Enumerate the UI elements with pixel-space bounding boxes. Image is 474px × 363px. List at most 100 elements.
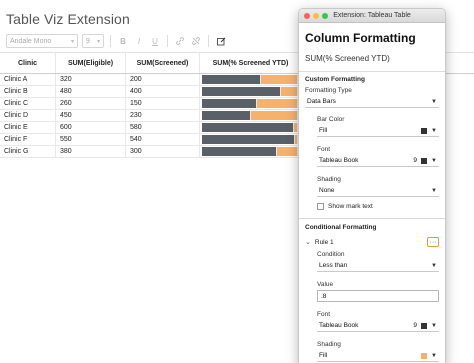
close-window-button[interactable] [304, 12, 310, 19]
underline-icon[interactable]: U [149, 35, 161, 47]
color-swatch-icon [421, 322, 428, 329]
rule-shading-select[interactable]: Fill ▼ [317, 350, 439, 362]
chevron-down-icon: ▼ [431, 157, 437, 164]
italic-icon[interactable]: I [133, 35, 145, 47]
cell-clinic: Clinic F [0, 134, 56, 145]
font-size-value: 9 [86, 37, 90, 45]
chevron-down-icon: ▼ [431, 127, 437, 134]
cell-clinic: Clinic G [0, 146, 56, 157]
cell-pct-screened [200, 110, 300, 121]
font-value: Tableau Book [319, 157, 359, 164]
data-bar-track [202, 87, 298, 96]
shading-label: Shading [317, 176, 341, 183]
chevron-down-icon: ▾ [96, 38, 100, 45]
data-bar-track [202, 135, 298, 144]
table-row[interactable]: Clinic C 260 150 [0, 98, 300, 110]
cell-eligible: 450 [56, 110, 126, 121]
table-row[interactable]: Clinic F 550 540 [0, 134, 300, 146]
cell-screened: 540 [126, 134, 200, 145]
zoom-window-button[interactable] [322, 12, 328, 19]
cell-pct-screened [200, 86, 300, 97]
bar-color-select[interactable]: Fill ▼ [317, 125, 439, 137]
data-bar-fill [202, 75, 262, 84]
cell-screened: 200 [126, 74, 200, 85]
bar-color-label: Bar Color [317, 116, 345, 123]
font-size-select[interactable]: 9 ▾ [82, 34, 104, 48]
bar-color-value: Fill [319, 127, 328, 134]
bold-icon[interactable]: B [117, 35, 129, 47]
show-mark-text-label: Show mark text [328, 203, 373, 210]
cell-eligible: 550 [56, 134, 126, 145]
divider [299, 218, 445, 219]
chevron-down-icon: ▼ [431, 98, 437, 105]
cell-clinic: Clinic E [0, 122, 56, 133]
header-screened[interactable]: SUM(Screened) [126, 53, 200, 73]
data-bar-track [202, 75, 298, 84]
chevron-down-icon[interactable]: ⌄ [305, 238, 311, 246]
edit-icon[interactable] [215, 35, 227, 47]
table-body: Clinic A 320 200 Clinic B 480 400 Clinic C 260 1… [0, 74, 300, 158]
shading-select[interactable]: None ▼ [317, 185, 439, 197]
show-mark-text-toggle[interactable]: Show mark text [317, 203, 439, 210]
workbook-title: Table Viz Extension [6, 11, 130, 27]
chevron-down-icon: ▼ [431, 322, 437, 329]
formatting-panel: Column Formatting SUM(% Screened YTD) Cu… [299, 31, 445, 362]
formatting-type-label: Formatting Type [305, 87, 352, 94]
cell-eligible: 480 [56, 86, 126, 97]
extension-window: Extension: Tableau Table Column Formatti… [298, 8, 446, 363]
formatting-type-select[interactable]: Data Bars ▼ [305, 96, 439, 108]
cell-clinic: Clinic C [0, 98, 56, 109]
table-row[interactable]: Clinic B 480 400 [0, 86, 300, 98]
value-label: Value [317, 281, 334, 288]
font-select[interactable]: Tableau Book 9 ▼ [317, 155, 439, 167]
more-options-button[interactable]: ··· [427, 237, 439, 247]
cell-screened: 230 [126, 110, 200, 121]
minimize-window-button[interactable] [313, 12, 319, 19]
data-bar-fill [202, 111, 251, 120]
cell-clinic: Clinic D [0, 110, 56, 121]
divider [299, 71, 445, 72]
data-bar-fill [202, 123, 294, 132]
custom-formatting-heading: Custom Formatting [305, 76, 365, 83]
condition-select[interactable]: Less than ▼ [317, 260, 439, 272]
rule-font-size-value: 9 [413, 322, 418, 329]
show-mark-text-checkbox[interactable] [317, 203, 324, 210]
column-name: SUM(% Screened YTD) [305, 54, 390, 63]
data-bar-fill [202, 147, 277, 156]
cell-clinic: Clinic B [0, 86, 56, 97]
format-toolbar: Andale Mono ▾ 9 ▾ B I U [6, 33, 227, 49]
cell-eligible: 320 [56, 74, 126, 85]
data-bar-track [202, 147, 298, 156]
rule-font-select[interactable]: Tableau Book 9 ▼ [317, 320, 439, 332]
toolbar-divider [110, 35, 111, 47]
cell-pct-screened [200, 74, 300, 85]
data-table: Clinic SUM(Eligible) SUM(Screened) SUM(%… [0, 52, 300, 158]
color-swatch-icon [421, 352, 428, 359]
link-icon[interactable] [174, 35, 186, 47]
cell-pct-screened [200, 98, 300, 109]
chevron-down-icon: ▼ [431, 262, 437, 269]
data-bar-track [202, 111, 298, 120]
color-swatch-icon [421, 127, 428, 134]
cell-pct-screened [200, 134, 300, 145]
table-row[interactable]: Clinic G 380 300 [0, 146, 300, 158]
table-row[interactable]: Clinic E 600 580 [0, 122, 300, 134]
value-input[interactable]: .8 [317, 290, 439, 302]
cell-pct-screened [200, 122, 300, 133]
header-eligible[interactable]: SUM(Eligible) [56, 53, 126, 73]
cell-clinic: Clinic A [0, 74, 56, 85]
data-bar-track [202, 123, 298, 132]
header-clinic[interactable]: Clinic [0, 53, 56, 73]
font-family-select[interactable]: Andale Mono ▾ [6, 34, 78, 48]
window-controls [304, 12, 328, 19]
table-row[interactable]: Clinic A 320 200 [0, 74, 300, 86]
table-row[interactable]: Clinic D 450 230 [0, 110, 300, 122]
unlink-icon[interactable] [190, 35, 202, 47]
condition-label: Condition [317, 251, 345, 258]
condition-value: Less than [319, 262, 348, 269]
header-pct-screened[interactable]: SUM(% Screened YTD) [200, 53, 300, 73]
rule-1-row[interactable]: ⌄ Rule 1 ··· [305, 237, 439, 247]
window-titlebar[interactable]: Extension: Tableau Table [299, 9, 445, 23]
rule-font-label: Font [317, 311, 331, 318]
cell-eligible: 380 [56, 146, 126, 157]
